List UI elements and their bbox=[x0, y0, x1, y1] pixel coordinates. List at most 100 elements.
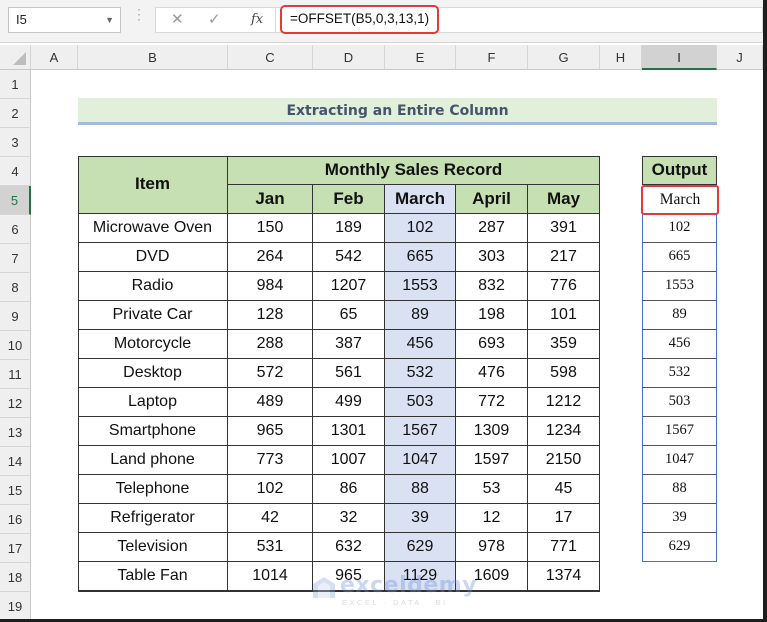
item-cell[interactable]: DVD bbox=[78, 243, 228, 272]
row-header-15[interactable]: 15 bbox=[0, 476, 31, 505]
value-cell[interactable]: 1047 bbox=[385, 446, 456, 475]
value-cell[interactable]: 632 bbox=[313, 533, 385, 562]
output-cell[interactable]: 629 bbox=[642, 533, 717, 562]
value-cell[interactable]: 771 bbox=[528, 533, 600, 562]
row-header-11[interactable]: 11 bbox=[0, 360, 31, 389]
value-cell[interactable]: 693 bbox=[456, 330, 528, 359]
value-cell[interactable]: 198 bbox=[456, 301, 528, 330]
output-cell[interactable]: 503 bbox=[642, 388, 717, 417]
value-cell[interactable]: 101 bbox=[528, 301, 600, 330]
value-cell[interactable]: 128 bbox=[228, 301, 313, 330]
value-cell[interactable]: 561 bbox=[313, 359, 385, 388]
value-cell[interactable]: 772 bbox=[456, 388, 528, 417]
value-cell[interactable]: 984 bbox=[228, 272, 313, 301]
value-cell[interactable]: 1207 bbox=[313, 272, 385, 301]
output-selected-cell[interactable]: March bbox=[641, 185, 719, 215]
value-cell[interactable]: 102 bbox=[228, 475, 313, 504]
name-box[interactable]: I5 ▼ bbox=[8, 7, 121, 33]
value-cell[interactable]: 456 bbox=[385, 330, 456, 359]
row-header-18[interactable]: 18 bbox=[0, 563, 31, 592]
output-cell[interactable]: 1553 bbox=[642, 272, 717, 301]
check-icon[interactable]: ✓ bbox=[208, 10, 221, 28]
value-cell[interactable]: 476 bbox=[456, 359, 528, 388]
column-header-c[interactable]: C bbox=[228, 45, 313, 70]
value-cell[interactable]: 53 bbox=[456, 475, 528, 504]
output-cell[interactable]: 665 bbox=[642, 243, 717, 272]
column-header-d[interactable]: D bbox=[313, 45, 385, 70]
column-header-j[interactable]: J bbox=[717, 45, 763, 70]
value-cell[interactable]: 572 bbox=[228, 359, 313, 388]
output-cell[interactable]: 102 bbox=[642, 214, 717, 243]
row-header-9[interactable]: 9 bbox=[0, 302, 31, 331]
item-cell[interactable]: Motorcycle bbox=[78, 330, 228, 359]
column-header-g[interactable]: G bbox=[528, 45, 600, 70]
row-header-6[interactable]: 6 bbox=[0, 215, 31, 244]
row-header-5[interactable]: 5 bbox=[0, 186, 31, 215]
row-header-17[interactable]: 17 bbox=[0, 534, 31, 563]
month-header-jan[interactable]: Jan bbox=[228, 185, 313, 214]
value-cell[interactable]: 1234 bbox=[528, 417, 600, 446]
close-icon[interactable]: ✕ bbox=[171, 10, 184, 28]
value-cell[interactable]: 17 bbox=[528, 504, 600, 533]
value-cell[interactable]: 89 bbox=[385, 301, 456, 330]
value-cell[interactable]: 532 bbox=[385, 359, 456, 388]
value-cell[interactable]: 12 bbox=[456, 504, 528, 533]
item-cell[interactable]: Television bbox=[78, 533, 228, 562]
value-cell[interactable]: 1374 bbox=[528, 562, 600, 591]
column-header-f[interactable]: F bbox=[456, 45, 528, 70]
value-cell[interactable]: 287 bbox=[456, 214, 528, 243]
output-cell[interactable]: 1047 bbox=[642, 446, 717, 475]
value-cell[interactable]: 303 bbox=[456, 243, 528, 272]
value-cell[interactable]: 598 bbox=[528, 359, 600, 388]
row-header-13[interactable]: 13 bbox=[0, 418, 31, 447]
value-cell[interactable]: 86 bbox=[313, 475, 385, 504]
monthly-sales-header[interactable]: Monthly Sales Record bbox=[228, 156, 600, 185]
row-header-12[interactable]: 12 bbox=[0, 389, 31, 418]
value-cell[interactable]: 65 bbox=[313, 301, 385, 330]
month-header-april[interactable]: April bbox=[456, 185, 528, 214]
value-cell[interactable]: 965 bbox=[313, 562, 385, 591]
value-cell[interactable]: 45 bbox=[528, 475, 600, 504]
output-cell[interactable]: 88 bbox=[642, 475, 717, 504]
value-cell[interactable]: 1212 bbox=[528, 388, 600, 417]
value-cell[interactable]: 102 bbox=[385, 214, 456, 243]
row-header-4[interactable]: 4 bbox=[0, 157, 31, 186]
item-cell[interactable]: Desktop bbox=[78, 359, 228, 388]
month-header-may[interactable]: May bbox=[528, 185, 600, 214]
output-cell[interactable]: 1567 bbox=[642, 417, 717, 446]
value-cell[interactable]: 150 bbox=[228, 214, 313, 243]
value-cell[interactable]: 264 bbox=[228, 243, 313, 272]
value-cell[interactable]: 217 bbox=[528, 243, 600, 272]
output-cell[interactable]: 89 bbox=[642, 301, 717, 330]
item-cell[interactable]: Refrigerator bbox=[78, 504, 228, 533]
output-cell[interactable]: 532 bbox=[642, 359, 717, 388]
value-cell[interactable]: 1609 bbox=[456, 562, 528, 591]
value-cell[interactable]: 1301 bbox=[313, 417, 385, 446]
value-cell[interactable]: 391 bbox=[528, 214, 600, 243]
value-cell[interactable]: 1309 bbox=[456, 417, 528, 446]
value-cell[interactable]: 288 bbox=[228, 330, 313, 359]
item-cell[interactable]: Radio bbox=[78, 272, 228, 301]
value-cell[interactable]: 499 bbox=[313, 388, 385, 417]
column-header-b[interactable]: B bbox=[78, 45, 228, 70]
value-cell[interactable]: 1014 bbox=[228, 562, 313, 591]
value-cell[interactable]: 359 bbox=[528, 330, 600, 359]
item-cell[interactable]: Laptop bbox=[78, 388, 228, 417]
value-cell[interactable]: 832 bbox=[456, 272, 528, 301]
column-header-e[interactable]: E bbox=[385, 45, 456, 70]
value-cell[interactable]: 776 bbox=[528, 272, 600, 301]
value-cell[interactable]: 531 bbox=[228, 533, 313, 562]
formula-text[interactable]: =OFFSET(B5,0,3,13,1) bbox=[280, 5, 440, 34]
output-cell[interactable]: 39 bbox=[642, 504, 717, 533]
value-cell[interactable]: 88 bbox=[385, 475, 456, 504]
select-all-button[interactable] bbox=[0, 45, 31, 70]
insert-function-icon[interactable]: fx bbox=[251, 12, 263, 27]
value-cell[interactable]: 32 bbox=[313, 504, 385, 533]
item-cell[interactable]: Microwave Oven bbox=[78, 214, 228, 243]
value-cell[interactable]: 665 bbox=[385, 243, 456, 272]
month-header-march[interactable]: March bbox=[385, 185, 456, 214]
output-cell[interactable]: 456 bbox=[642, 330, 717, 359]
value-cell[interactable]: 387 bbox=[313, 330, 385, 359]
value-cell[interactable]: 1553 bbox=[385, 272, 456, 301]
value-cell[interactable]: 1007 bbox=[313, 446, 385, 475]
